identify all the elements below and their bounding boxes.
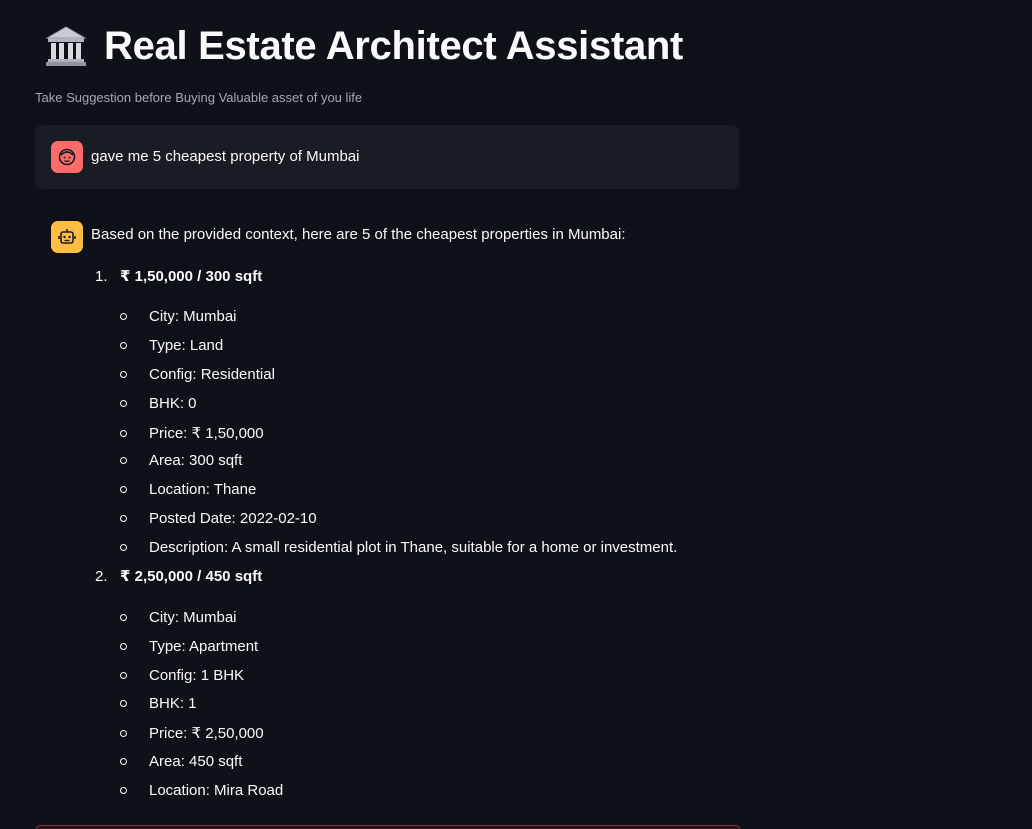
list-item: Config: Residential xyxy=(120,366,275,383)
detail-text: Area: 300 sqft xyxy=(149,452,243,469)
list-item: Area: 450 sqft xyxy=(120,753,242,770)
list-item: Type: Apartment xyxy=(120,638,258,655)
assistant-intro-text: Based on the provided context, here are … xyxy=(91,226,626,243)
list-item: Price: ₹ 1,50,000 xyxy=(120,424,264,442)
detail-text: Location: Mira Road xyxy=(149,782,284,799)
detail-text: BHK: 0 xyxy=(149,395,197,412)
list-item: BHK: 0 xyxy=(120,395,197,412)
list-item-title: ₹ 2,50,000 / 450 sqft xyxy=(120,568,263,585)
detail-text: BHK: 1 xyxy=(149,695,197,712)
list-item: Price: ₹ 2,50,000 xyxy=(120,724,264,742)
detail-text: Type: Apartment xyxy=(149,638,259,655)
list-item: City: Mumbai xyxy=(120,609,237,626)
detail-text: Type: Land xyxy=(149,337,224,354)
list-item: Posted Date: 2022-02-10 xyxy=(120,510,317,527)
list-item: BHK: 1 xyxy=(120,695,197,712)
list-item: Location: Thane xyxy=(120,481,256,498)
detail-text: Config: 1 BHK xyxy=(149,667,245,684)
assistant-avatar xyxy=(51,221,83,253)
detail-text: Description: A small residential plot in… xyxy=(149,539,678,556)
user-avatar xyxy=(51,141,83,173)
list-item-number: 1. xyxy=(95,268,108,285)
next-message-edge xyxy=(35,825,741,829)
page-subtitle: Take Suggestion before Buying Valuable a… xyxy=(35,90,363,105)
detail-text: Area: 450 sqft xyxy=(149,753,243,770)
list-item: Description: A small residential plot in… xyxy=(120,539,677,556)
list-item-heading: 1. ₹ 1,50,000 / 300 sqft xyxy=(95,267,262,285)
detail-text: Price: ₹ 1,50,000 xyxy=(149,425,264,442)
list-item: Location: Mira Road xyxy=(120,782,283,799)
detail-text: Location: Thane xyxy=(149,481,257,498)
user-message-text: gave me 5 cheapest property of Mumbai xyxy=(91,148,360,165)
robot-icon xyxy=(58,229,76,244)
face-icon xyxy=(58,148,76,166)
list-item-number: 2. xyxy=(95,568,108,585)
detail-text: Price: ₹ 2,50,000 xyxy=(149,725,264,742)
list-item: Area: 300 sqft xyxy=(120,452,242,469)
page-header: Real Estate Architect Assistant xyxy=(44,18,683,74)
detail-text: City: Mumbai xyxy=(149,609,237,626)
list-item-heading: 2. ₹ 2,50,000 / 450 sqft xyxy=(95,567,262,585)
page-title: Real Estate Architect Assistant xyxy=(104,23,684,68)
classical-building-icon xyxy=(45,26,87,66)
detail-text: Posted Date: 2022-02-10 xyxy=(149,510,317,527)
list-item-title: ₹ 1,50,000 / 300 sqft xyxy=(120,268,263,285)
list-item: City: Mumbai xyxy=(120,308,237,325)
list-item: Type: Land xyxy=(120,337,223,354)
user-chat-message: gave me 5 cheapest property of Mumbai xyxy=(35,125,739,189)
detail-text: Config: Residential xyxy=(149,366,275,383)
chat-page: Real Estate Architect Assistant Take Sug… xyxy=(0,0,1032,829)
detail-text: City: Mumbai xyxy=(149,308,237,325)
list-item: Config: 1 BHK xyxy=(120,667,244,684)
